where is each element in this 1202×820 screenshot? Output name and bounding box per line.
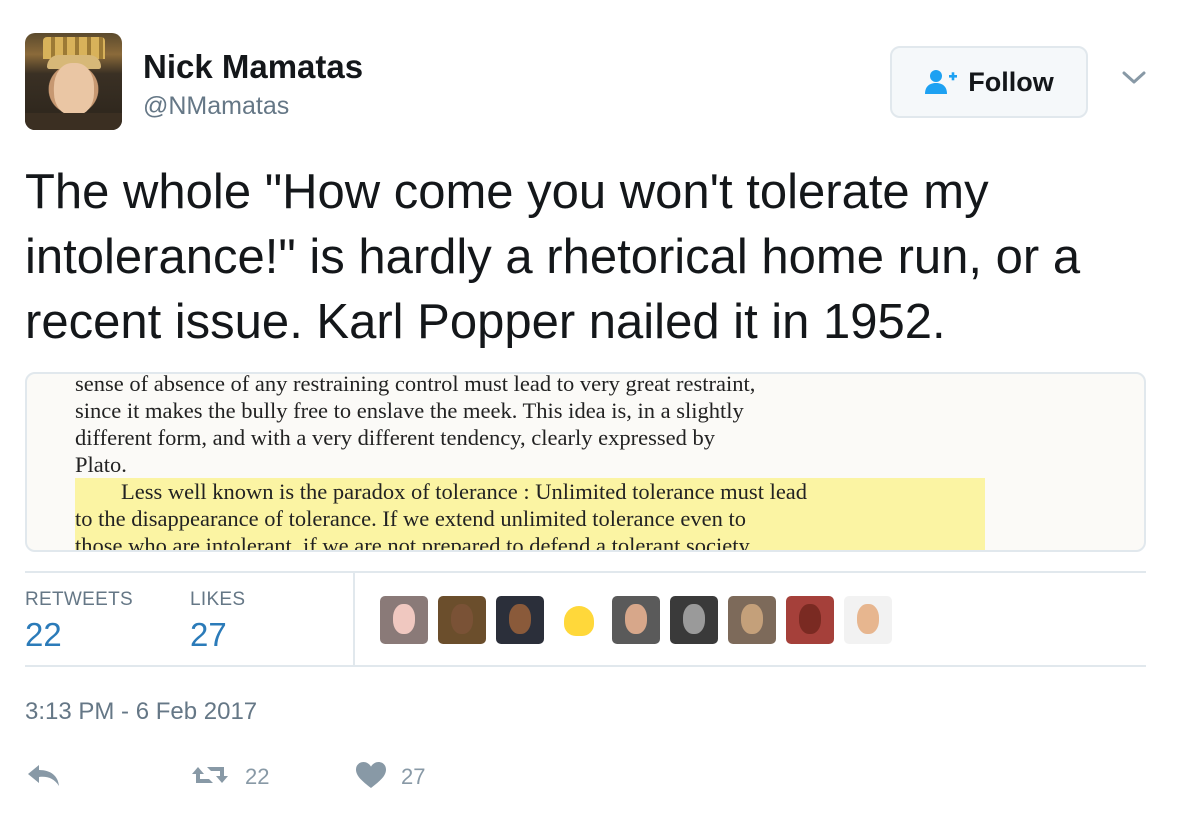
reply-icon (25, 761, 63, 794)
book-excerpt: sense of absence of any restraining cont… (75, 372, 985, 550)
divider (25, 571, 1146, 573)
liker-face (509, 604, 531, 634)
likes-label: LIKES (190, 589, 246, 610)
author-name[interactable]: Nick Mamatas (143, 48, 363, 86)
likers-avatars (380, 596, 892, 644)
excerpt-line-highlighted: to the disappearance of tolerance. If we… (75, 505, 985, 532)
liker-avatar-3[interactable] (496, 596, 544, 644)
liker-face (683, 604, 705, 634)
tweet-timestamp[interactable]: 3:13 PM - 6 Feb 2017 (25, 698, 257, 726)
liker-avatar-6[interactable] (670, 596, 718, 644)
avatar-face (54, 63, 94, 115)
retweets-count[interactable]: 22 (25, 616, 62, 654)
liker-avatar-1[interactable] (380, 596, 428, 644)
excerpt-line: since it makes the bully free to enslave… (75, 398, 744, 423)
follow-button[interactable]: Follow (890, 46, 1088, 118)
liker-avatar-8[interactable] (786, 596, 834, 644)
liker-avatar-5[interactable] (612, 596, 660, 644)
liker-face (625, 604, 647, 634)
tweet-actions: 22 27 (25, 757, 625, 797)
like-count: 27 (401, 764, 426, 789)
like-button[interactable]: 27 (355, 757, 425, 797)
stats-divider (353, 573, 355, 665)
excerpt-line: different form, and with a very differen… (75, 425, 715, 450)
liker-face (857, 604, 879, 634)
excerpt-line-highlighted: those who are intolerant, if we are not … (75, 532, 985, 550)
author-handle[interactable]: @NMamatas (143, 92, 289, 121)
retweets-label: RETWEETS (25, 589, 133, 610)
liker-avatar-4[interactable] (554, 596, 602, 644)
likes-count[interactable]: 27 (190, 616, 227, 654)
retweet-count: 22 (245, 764, 270, 789)
avatar-cloak (25, 113, 122, 130)
heart-icon (355, 761, 387, 794)
liker-face (451, 604, 473, 634)
liker-face (564, 606, 594, 636)
retweet-button[interactable]: 22 (189, 757, 269, 797)
liker-avatar-7[interactable] (728, 596, 776, 644)
excerpt-line: Plato. (75, 452, 127, 477)
retweet-icon (189, 761, 231, 794)
liker-avatar-9[interactable] (844, 596, 892, 644)
follow-label: Follow (968, 66, 1054, 97)
chevron-down-icon[interactable] (1121, 68, 1147, 88)
liker-avatar-2[interactable] (438, 596, 486, 644)
liker-face (393, 604, 415, 634)
divider (25, 665, 1146, 667)
add-user-icon (924, 68, 958, 96)
reply-button[interactable] (25, 757, 63, 797)
tweet-media-image[interactable]: sense of absence of any restraining cont… (25, 372, 1146, 552)
liker-face (799, 604, 821, 634)
excerpt-line: sense of absence of any restraining cont… (75, 372, 756, 396)
tweet-text: The whole "How come you won't tolerate m… (25, 165, 1081, 349)
liker-face (741, 604, 763, 634)
excerpt-line-highlighted: Less well known is the paradox of tolera… (75, 478, 985, 505)
author-avatar[interactable] (25, 33, 122, 130)
